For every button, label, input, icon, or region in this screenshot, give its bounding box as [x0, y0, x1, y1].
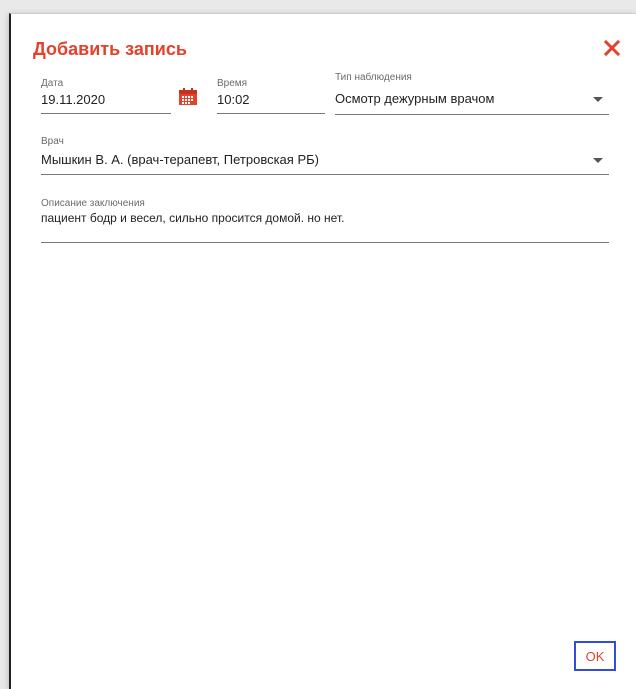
- conclusion-field[interactable]: Описание заключения пациент бодр и весел…: [41, 198, 609, 244]
- date-value[interactable]: 19.11.2020: [41, 92, 105, 107]
- observation-type-label: Тип наблюдения: [335, 72, 412, 83]
- time-label: Время: [217, 78, 248, 89]
- date-field[interactable]: Дата 19.11.2020: [41, 78, 171, 116]
- observation-type-value[interactable]: Осмотр дежурным врачом: [335, 91, 494, 106]
- doctor-select[interactable]: Врач Мышкин В. А. (врач-терапевт, Петров…: [41, 136, 609, 176]
- chevron-down-icon[interactable]: [593, 158, 603, 163]
- date-label: Дата: [41, 78, 64, 89]
- observation-type-select[interactable]: Тип наблюдения Осмотр дежурным врачом: [335, 72, 609, 116]
- conclusion-value[interactable]: пациент бодр и весел, сильно просится до…: [41, 211, 344, 225]
- conclusion-underline: [41, 242, 609, 243]
- calendar-icon[interactable]: [178, 88, 198, 106]
- time-field[interactable]: Время 10:02: [217, 78, 325, 116]
- add-record-dialog: Добавить запись Дата 19.11.2020 Время 10…: [9, 13, 636, 689]
- conclusion-label: Описание заключения: [41, 198, 145, 209]
- time-underline: [217, 113, 325, 114]
- doctor-underline: [41, 174, 609, 175]
- doctor-label: Врач: [41, 136, 64, 147]
- close-icon[interactable]: [603, 39, 621, 57]
- doctor-value[interactable]: Мышкин В. А. (врач-терапевт, Петровская …: [41, 152, 319, 167]
- time-value[interactable]: 10:02: [217, 92, 250, 107]
- observation-type-underline: [335, 114, 609, 115]
- dialog-title: Добавить запись: [33, 39, 187, 59]
- ok-button[interactable]: OK: [574, 641, 616, 671]
- date-underline: [41, 113, 171, 114]
- chevron-down-icon[interactable]: [593, 97, 603, 102]
